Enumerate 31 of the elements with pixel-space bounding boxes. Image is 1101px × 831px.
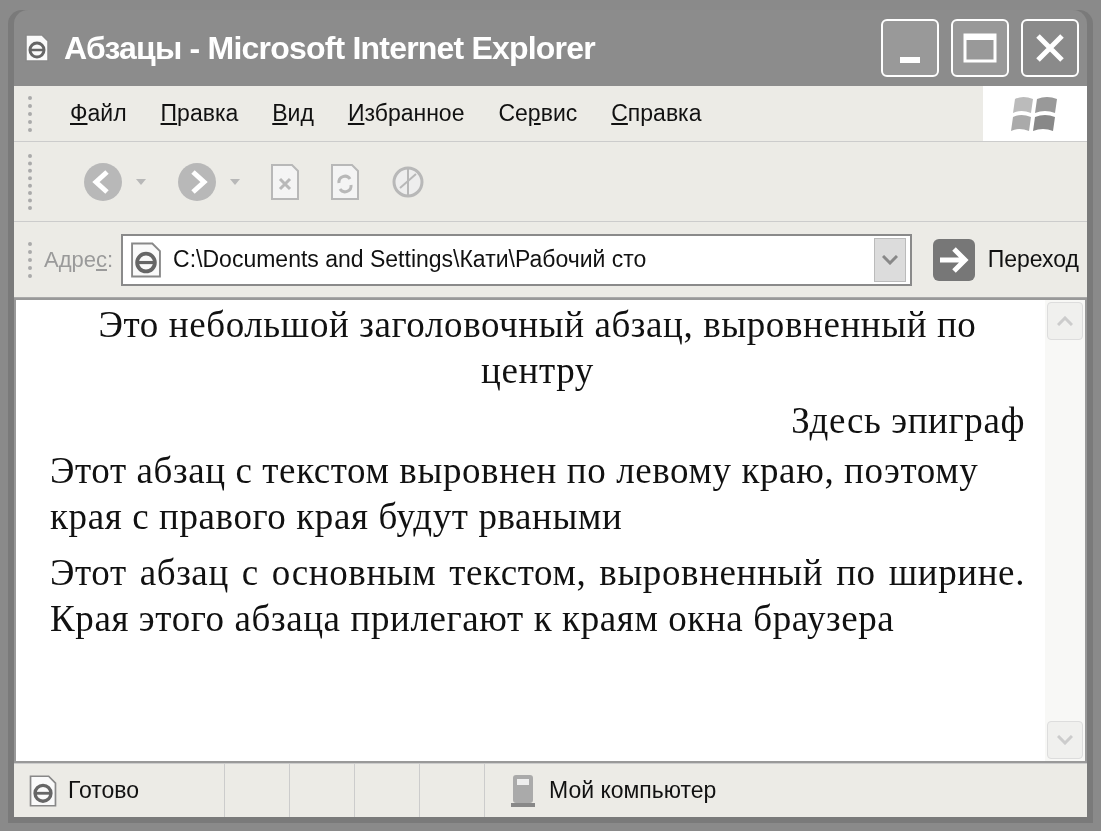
zone-text: Мой компьютер <box>549 776 717 806</box>
menu-item[interactable]: Справка <box>611 96 702 131</box>
paragraph: Здесь эпиграф <box>790 399 1025 443</box>
address-field[interactable]: C:\Documents and Settings\Кати\Рабочий сто <box>121 233 912 286</box>
paragraph: Этот абзац с основным текстом, выровненный по ширине. Края этого абзаца прилегают к краям окна браузера <box>50 551 1025 641</box>
paragraph: Этот абзац с текстом выровнен по левому краю, поэтому края с правого края будут рваными <box>50 449 980 539</box>
menu-item[interactable]: Правка <box>160 96 239 131</box>
up-caret-icon <box>1057 316 1073 326</box>
status-text: Готово <box>68 776 140 806</box>
close-button[interactable] <box>1021 19 1079 77</box>
minimize-button[interactable] <box>881 19 939 77</box>
minimize-icon <box>900 57 920 63</box>
scroll-up-button[interactable] <box>1047 302 1083 340</box>
computer-icon <box>509 772 537 809</box>
address-text: C:\Documents and Settings\Кати\Рабочий сто <box>173 245 648 275</box>
close-icon <box>1034 32 1066 64</box>
go-button[interactable]: Переход <box>931 237 1079 282</box>
caret-icon <box>881 254 898 265</box>
caret-icon[interactable] <box>136 178 146 185</box>
maximize-icon <box>963 33 997 63</box>
menu-item[interactable]: Избранное <box>347 96 465 131</box>
caret-icon[interactable] <box>230 178 240 185</box>
dropdown-button[interactable] <box>873 237 906 282</box>
scroll-down-button[interactable] <box>1047 721 1083 759</box>
menu-item[interactable]: Вид <box>272 96 314 131</box>
caret-icon <box>1057 735 1073 745</box>
maximize-button[interactable] <box>951 19 1009 77</box>
menu-item[interactable]: Сервис <box>498 96 578 131</box>
menu-item[interactable]: Файл <box>70 96 127 131</box>
window-title: Абзацы - Microsoft Internet Explorer <box>64 29 597 68</box>
paragraph: Это небольшой заголовочный абзац, выровненный по центру <box>97 303 978 393</box>
